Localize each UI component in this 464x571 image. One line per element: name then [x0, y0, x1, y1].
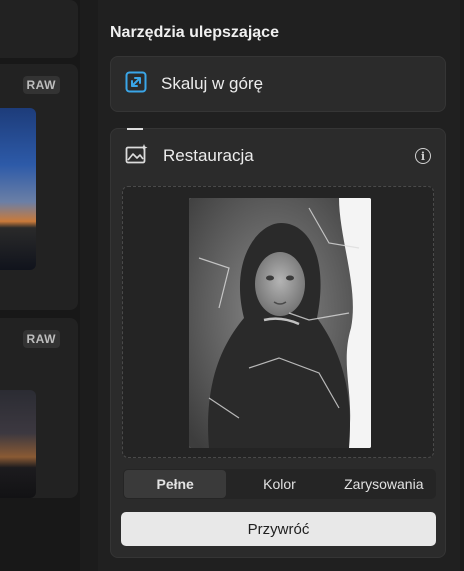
section-title: Narzędzia ulepszające — [110, 24, 279, 41]
restoration-label: Restauracja — [163, 146, 254, 165]
landscape-thumbnail — [0, 390, 36, 498]
restoration-mode-selector: Pełne Kolor Zarysowania — [123, 469, 436, 499]
info-icon[interactable]: i — [415, 148, 431, 164]
raw-badge: RAW — [22, 76, 60, 94]
restoration-tool-card: Restauracja i Pełne Kolor Zarysowania Pr… — [110, 128, 446, 558]
mode-full-button[interactable]: Pełne — [124, 470, 227, 498]
panel-gutter — [80, 0, 98, 571]
landscape-thumbnail — [0, 108, 36, 270]
thumbnail-strip: RAW RAW — [0, 0, 80, 571]
upscale-icon — [125, 71, 147, 98]
restoration-header[interactable]: Restauracja i — [111, 129, 445, 183]
upscale-tool-card[interactable]: Skaluj w górę — [110, 56, 446, 112]
thumbnail-card[interactable]: RAW — [0, 318, 78, 498]
restore-button[interactable]: Przywróć — [121, 512, 436, 546]
image-drop-zone[interactable] — [122, 186, 434, 458]
restoration-preview-photo — [189, 198, 371, 448]
mode-color-button[interactable]: Kolor — [228, 470, 330, 498]
thumbnail-card[interactable]: RAW — [0, 64, 78, 310]
image-sparkle-icon — [125, 143, 149, 170]
drag-handle[interactable] — [127, 128, 143, 130]
raw-badge: RAW — [22, 330, 60, 348]
thumbnail-card[interactable] — [0, 0, 78, 58]
enhance-tools-panel: Narzędzia ulepszające Skaluj w górę Rest… — [98, 0, 464, 571]
mode-scratches-button[interactable]: Zarysowania — [333, 470, 435, 498]
upscale-label: Skaluj w górę — [161, 74, 264, 93]
panel-scrollbar[interactable] — [460, 0, 464, 571]
